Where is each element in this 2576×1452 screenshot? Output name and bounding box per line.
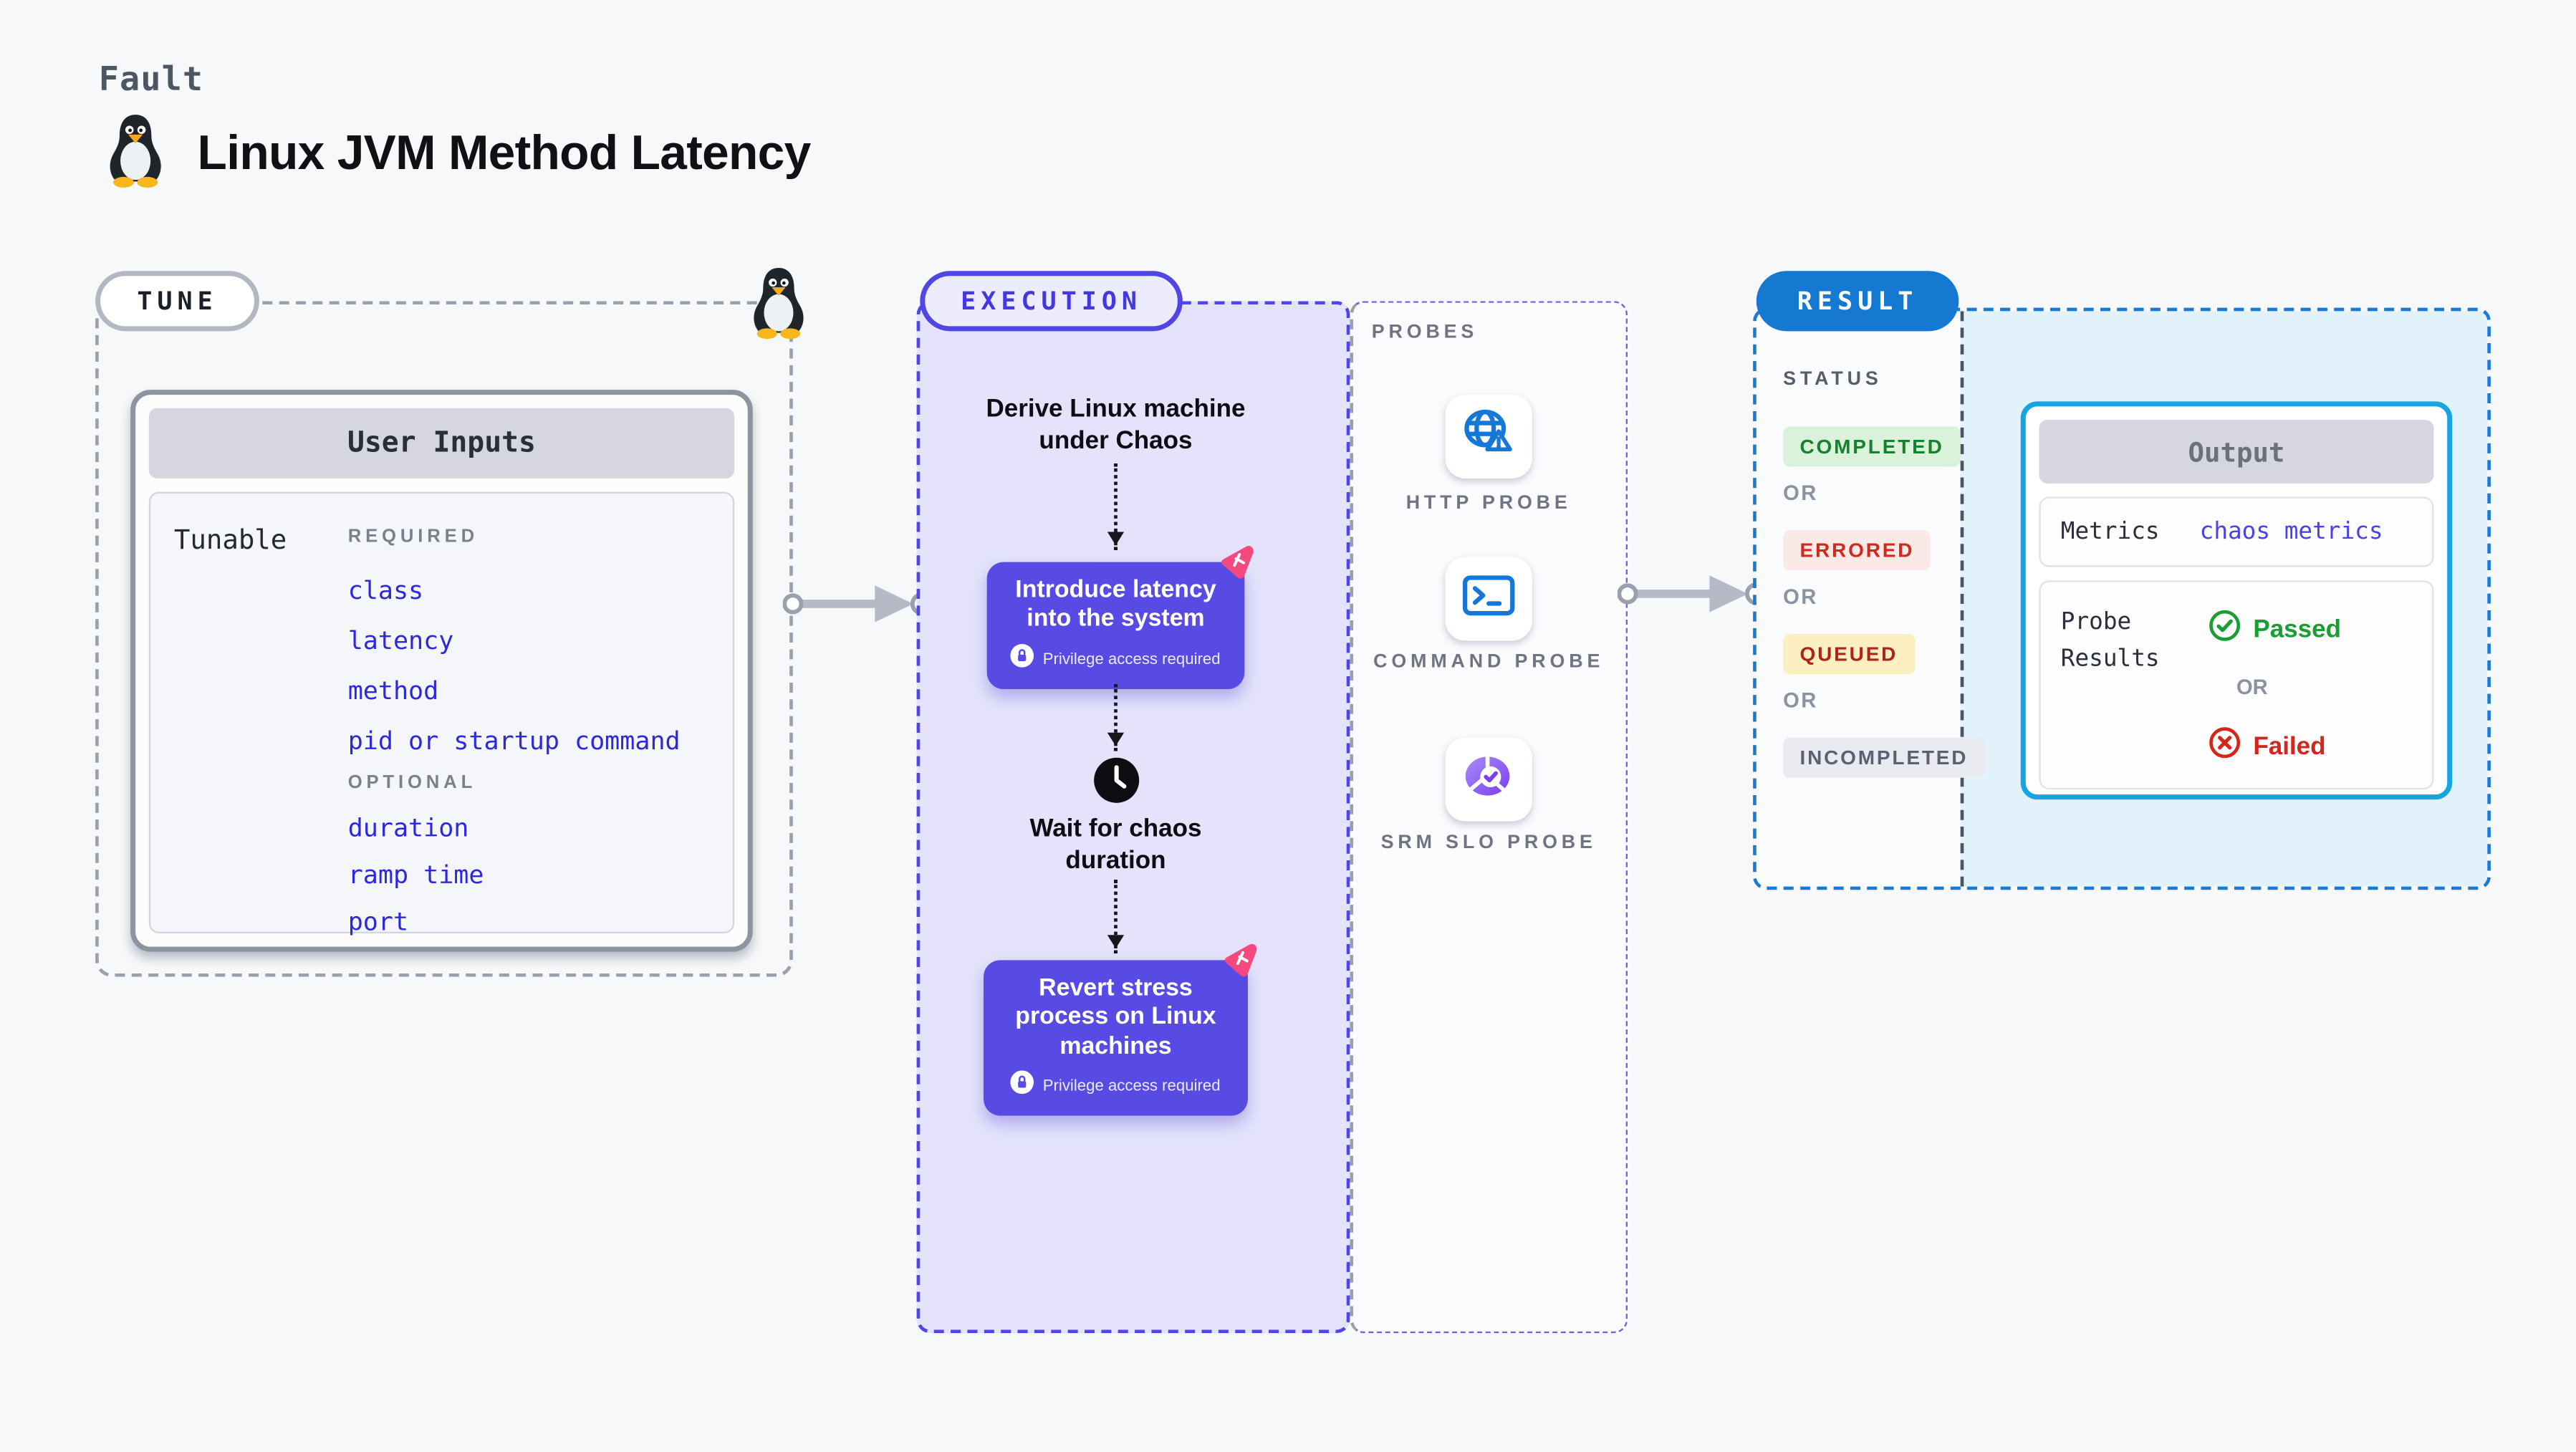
litmus-pinwheel-icon (1216, 542, 1256, 591)
output-card: Output Metrics chaos metrics Probe Resul… (2020, 401, 2453, 800)
user-inputs-header: User Inputs (148, 408, 735, 479)
status-badge-errored: ERRORED (1783, 530, 1931, 571)
status-badge-incompleted: INCOMPLETED (1783, 737, 1985, 778)
tunable-label: Tunable (173, 523, 287, 556)
metrics-row: Metrics chaos metrics (2039, 496, 2434, 567)
privilege-text: Privilege access required (1042, 650, 1221, 669)
or-label: OR (2236, 675, 2268, 700)
passed-label: Passed (2253, 615, 2342, 644)
down-arrow-icon (1106, 880, 1123, 953)
failed-label: Failed (2253, 732, 2326, 761)
title-row: Linux JVM Method Latency (104, 110, 811, 197)
introduce-latency-action: Introduce latency into the system Privil… (986, 562, 1245, 689)
privilege-row: Privilege access required (997, 643, 1235, 675)
down-arrow-icon (1106, 684, 1123, 751)
tune-to-execution-arrow (782, 580, 933, 635)
srm-slo-probe-label: SRM SLO PROBE (1380, 832, 1597, 853)
param-pid-or-startup-command[interactable]: pid or startup command (348, 726, 681, 756)
probe-results-row: Probe Results Passed OR Failed (2039, 580, 2434, 790)
clock-icon (1092, 756, 1141, 812)
http-probe-card (1445, 395, 1532, 479)
command-probe-label: COMMAND PROBE (1373, 652, 1605, 673)
status-label: STATUS (1783, 370, 1883, 390)
probe-results-label: Probe Results (2060, 608, 2160, 672)
linux-tux-icon (104, 110, 168, 197)
execution-pill: EXECUTION (920, 271, 1183, 332)
revert-stress-action: Revert stress process on Linux machines … (984, 960, 1248, 1116)
slo-gauge-icon (1461, 750, 1517, 809)
linux-tux-icon (748, 264, 809, 348)
lock-icon (1011, 1070, 1035, 1102)
result-pill: RESULT (1756, 271, 1959, 332)
chaos-metrics-link[interactable]: chaos metrics (2200, 519, 2383, 545)
required-label: REQUIRED (347, 527, 479, 547)
or-label: OR (1783, 585, 1818, 609)
execution-to-result-arrow (1617, 570, 1768, 625)
privilege-row: Privilege access required (994, 1070, 1238, 1102)
passed-line: Passed (2208, 609, 2341, 650)
tunable-panel: Tunable REQUIRED class latency method pi… (148, 491, 735, 937)
param-ramp-time[interactable]: ramp time (348, 860, 484, 890)
action-title: Introduce latency into the system (1015, 577, 1216, 633)
probes-label: PROBES (1371, 322, 1479, 343)
param-class[interactable]: class (348, 575, 423, 605)
wait-step-text: Wait for chaos duration (1029, 814, 1202, 875)
param-method[interactable]: method (348, 675, 439, 706)
output-header: Output (2039, 420, 2434, 484)
derive-step-text: Derive Linux machine under Chaos (986, 395, 1246, 455)
status-badge-completed: COMPLETED (1783, 426, 1961, 467)
or-label: OR (1783, 689, 1818, 713)
down-arrow-icon (1106, 463, 1123, 551)
metrics-label: Metrics (2060, 518, 2160, 546)
globe-alert-icon (1461, 405, 1517, 467)
command-probe-card (1445, 557, 1532, 641)
srm-slo-probe-card (1445, 737, 1532, 822)
failed-line: Failed (2208, 726, 2326, 767)
http-probe-label: HTTP PROBE (1405, 493, 1572, 514)
optional-label: OPTIONAL (347, 772, 477, 793)
litmus-pinwheel-icon (1219, 940, 1259, 989)
param-latency[interactable]: latency (348, 625, 454, 655)
param-duration[interactable]: duration (348, 813, 469, 843)
fault-diagram: Fault Linux JVM Method Latency TUNE User… (0, 0, 2576, 1452)
or-label: OR (1783, 481, 1818, 506)
tune-pill: TUNE (95, 271, 259, 332)
lock-icon (1011, 643, 1035, 675)
param-port[interactable]: port (348, 907, 408, 937)
fault-kicker: Fault (98, 58, 204, 99)
action-title: Revert stress process on Linux machines (1015, 975, 1216, 1060)
terminal-icon (1461, 569, 1517, 628)
privilege-text: Privilege access required (1042, 1077, 1221, 1096)
page-title: Linux JVM Method Latency (197, 126, 812, 181)
user-inputs-card: User Inputs Tunable REQUIRED class laten… (130, 390, 753, 952)
status-badge-queued: QUEUED (1783, 633, 1915, 675)
check-circle-icon (2208, 609, 2241, 650)
x-circle-icon (2208, 726, 2241, 767)
